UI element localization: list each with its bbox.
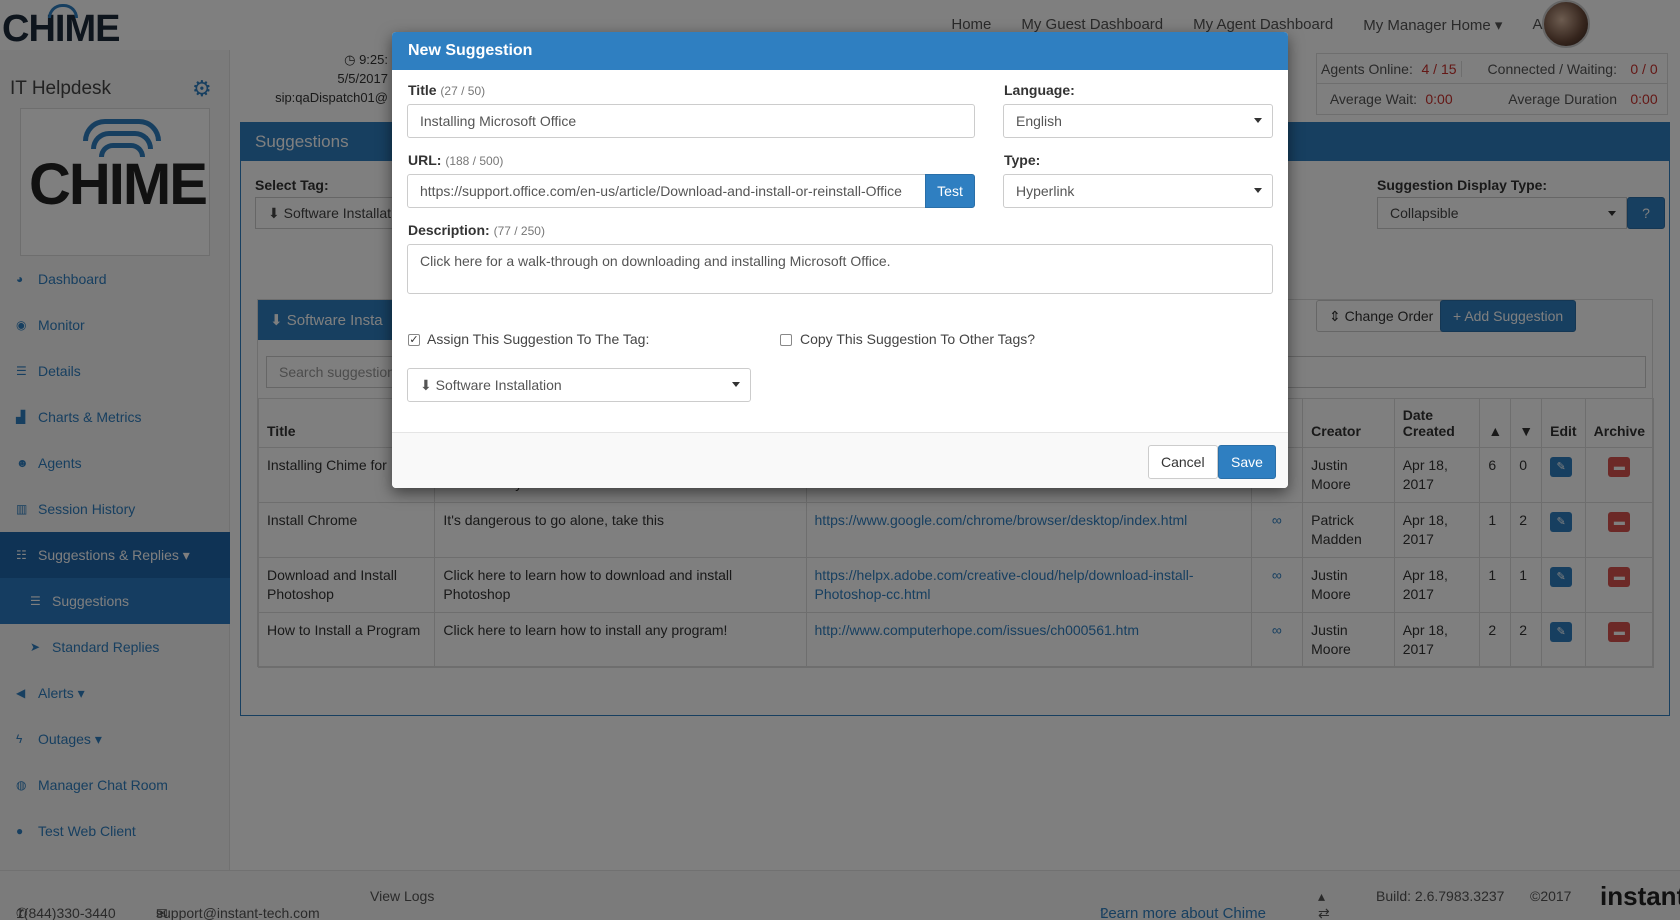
app-root: CHIME Home My Guest Dashboard My Agent D… <box>0 0 1680 920</box>
copy-label: Copy This Suggestion To Other Tags? <box>800 331 1036 347</box>
save-button[interactable]: Save <box>1218 445 1276 479</box>
download-icon: ⬇ <box>420 377 432 393</box>
assign-checkbox[interactable]: ✓ <box>408 334 420 346</box>
url-label: URL: (188 / 500) <box>408 152 504 168</box>
caret-down-icon <box>1254 188 1262 193</box>
caret-down-icon <box>1254 118 1262 123</box>
modal-footer: Cancel Save <box>392 432 1288 488</box>
title-label: Title (27 / 50) <box>408 82 486 98</box>
assign-tag-select[interactable]: ⬇ Software Installation <box>407 368 751 402</box>
type-label: Type: <box>1004 152 1041 168</box>
assign-label: Assign This Suggestion To The Tag: <box>427 331 650 347</box>
caret-down-icon <box>732 382 740 387</box>
test-url-button[interactable]: Test <box>925 174 975 208</box>
url-input[interactable]: https://support.office.com/en-us/article… <box>407 174 926 208</box>
cancel-button[interactable]: Cancel <box>1148 445 1218 479</box>
type-select[interactable]: Hyperlink <box>1003 174 1273 208</box>
title-input[interactable]: Installing Microsoft Office <box>407 104 975 138</box>
modal-title: New Suggestion <box>392 32 1288 70</box>
description-label: Description: (77 / 250) <box>408 222 545 238</box>
language-label: Language: <box>1004 82 1075 98</box>
new-suggestion-modal: New Suggestion Title (27 / 50) Installin… <box>392 32 1288 488</box>
language-select[interactable]: English <box>1003 104 1273 138</box>
description-textarea[interactable]: Click here for a walk-through on downloa… <box>407 244 1273 294</box>
copy-checkbox[interactable] <box>780 334 792 346</box>
